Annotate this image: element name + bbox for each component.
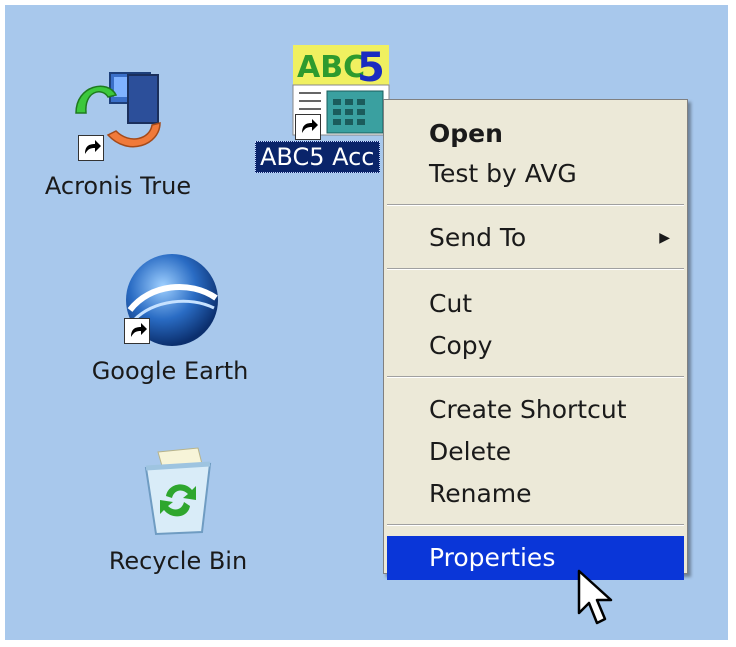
svg-text:ABC: ABC	[297, 50, 365, 85]
submenu-arrow-icon: ▶	[659, 230, 670, 246]
desktop-icon-label: Google Earth	[91, 357, 249, 385]
recycle-bin-icon	[128, 440, 228, 540]
menu-item-open[interactable]: Open	[387, 112, 684, 156]
desktop[interactable]: Acronis True Google Earth Recycle Bin AB…	[5, 5, 728, 640]
acronis-icon	[68, 65, 168, 165]
desktop-icon-label: Recycle Bin	[108, 547, 248, 575]
context-menu: Open Test by AVG Send To ▶ Cut Copy Crea…	[383, 99, 688, 580]
desktop-icon-google-earth[interactable]: Google Earth	[85, 250, 255, 386]
menu-item-rename[interactable]: Rename	[387, 472, 684, 516]
mouse-cursor-icon	[577, 569, 613, 629]
menu-item-create-shortcut[interactable]: Create Shortcut	[387, 388, 684, 432]
menu-item-label: Open	[429, 119, 503, 148]
desktop-icon-label-selected: ABC5 Acc	[255, 141, 380, 173]
menu-separator	[387, 376, 684, 378]
shortcut-arrow-icon	[124, 318, 150, 344]
menu-item-send-to[interactable]: Send To ▶	[387, 216, 684, 260]
svg-text:5: 5	[357, 45, 385, 91]
desktop-icon-acronis[interactable]: Acronis True	[33, 65, 203, 201]
menu-separator	[387, 524, 684, 526]
menu-separator	[387, 204, 684, 206]
menu-item-test-by-avg[interactable]: Test by AVG	[387, 152, 684, 196]
google-earth-icon	[120, 250, 220, 350]
desktop-icon-recycle-bin[interactable]: Recycle Bin	[93, 440, 263, 576]
menu-item-label: Create Shortcut	[429, 395, 627, 424]
menu-separator	[387, 268, 684, 270]
desktop-icon-label: Acronis True	[44, 172, 192, 200]
menu-item-label: Delete	[429, 437, 512, 466]
menu-item-label: Cut	[429, 289, 473, 318]
menu-item-delete[interactable]: Delete	[387, 430, 684, 474]
shortcut-arrow-icon	[78, 135, 104, 161]
menu-item-copy[interactable]: Copy	[387, 324, 684, 368]
menu-item-label: Rename	[429, 479, 532, 508]
menu-item-label: Test by AVG	[429, 159, 577, 188]
menu-item-label: Send To	[429, 223, 527, 252]
menu-item-label: Copy	[429, 331, 493, 360]
menu-item-cut[interactable]: Cut	[387, 282, 684, 326]
shortcut-arrow-icon	[295, 114, 321, 140]
menu-item-label: Properties	[429, 543, 556, 572]
menu-item-properties[interactable]: Properties	[387, 536, 684, 580]
abc5-icon: ABC 5	[291, 43, 391, 140]
